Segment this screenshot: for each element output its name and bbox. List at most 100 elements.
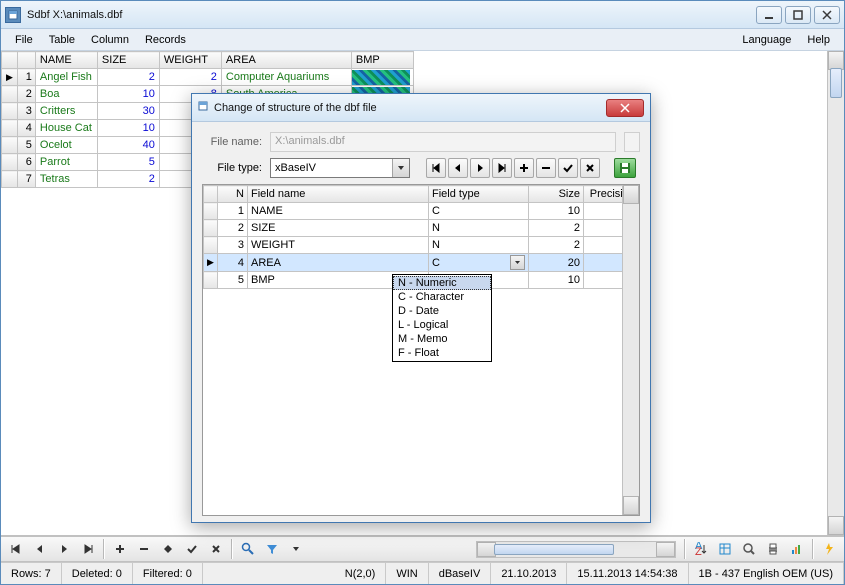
struct-row[interactable]: 1NAMECC100: [204, 203, 639, 220]
dlg-last-icon[interactable]: [492, 158, 512, 178]
dlg-prev-icon[interactable]: [448, 158, 468, 178]
zoom-icon[interactable]: [738, 539, 760, 559]
col-name[interactable]: NAME: [35, 52, 97, 69]
cell-bmp[interactable]: [351, 69, 413, 86]
scol-fieldname[interactable]: Field name: [248, 186, 429, 203]
struct-n: 3: [218, 237, 248, 254]
dlg-first-icon[interactable]: [426, 158, 446, 178]
main-hscroll[interactable]: [476, 541, 676, 558]
field-type-dropdown[interactable]: N - Numeric C - Character D - Date L - L…: [392, 274, 492, 362]
filetype-combo[interactable]: xBaseIV: [270, 158, 410, 178]
cell-name[interactable]: Boa: [35, 86, 97, 103]
struct-vscroll[interactable]: [622, 185, 639, 515]
struct-size[interactable]: 10: [529, 272, 584, 289]
cell-size[interactable]: 40: [97, 137, 159, 154]
nav-prev-icon[interactable]: [29, 539, 51, 559]
structure-icon[interactable]: [714, 539, 736, 559]
dropdown-option[interactable]: N - Numeric: [393, 276, 491, 290]
cell-size[interactable]: 2: [97, 69, 159, 86]
vscroll-thumb[interactable]: [830, 68, 842, 98]
dropdown-option[interactable]: L - Logical: [393, 318, 491, 332]
menu-help[interactable]: Help: [799, 31, 838, 49]
nav-add-icon[interactable]: [109, 539, 131, 559]
cell-size[interactable]: 2: [97, 171, 159, 188]
nav-remove-icon[interactable]: [133, 539, 155, 559]
struct-row[interactable]: 3WEIGHTNN20: [204, 237, 639, 254]
scol-fieldtype[interactable]: Field type: [429, 186, 529, 203]
filter-icon[interactable]: [261, 539, 283, 559]
struct-fieldtype[interactable]: NN: [429, 220, 529, 237]
nav-next-icon[interactable]: [53, 539, 75, 559]
nav-first-icon[interactable]: [5, 539, 27, 559]
main-vscroll[interactable]: [827, 51, 844, 535]
cell-name[interactable]: Tetras: [35, 171, 97, 188]
minimize-button[interactable]: [756, 6, 782, 24]
dlg-cancel-icon[interactable]: [580, 158, 600, 178]
cell-size[interactable]: 30: [97, 103, 159, 120]
scol-n[interactable]: N: [218, 186, 248, 203]
nav-commit-icon[interactable]: [181, 539, 203, 559]
struct-fieldname[interactable]: AREA: [248, 254, 429, 272]
struct-fieldtype[interactable]: CC: [429, 203, 529, 220]
dropdown-option[interactable]: M - Memo: [393, 332, 491, 346]
cell-size[interactable]: 10: [97, 120, 159, 137]
struct-size[interactable]: 2: [529, 237, 584, 254]
chevron-down-icon[interactable]: [510, 255, 525, 270]
struct-fieldname[interactable]: SIZE: [248, 220, 429, 237]
col-size[interactable]: SIZE: [97, 52, 159, 69]
struct-fieldtype[interactable]: CC: [429, 254, 529, 272]
struct-row[interactable]: 2SIZENN20: [204, 220, 639, 237]
col-weight[interactable]: WEIGHT: [159, 52, 221, 69]
sort-asc-icon[interactable]: AZ: [690, 539, 712, 559]
dlg-add-icon[interactable]: [514, 158, 534, 178]
filter-dropdown-icon[interactable]: [285, 539, 307, 559]
scol-size[interactable]: Size: [529, 186, 584, 203]
row-marker: [2, 120, 18, 137]
dlg-commit-icon[interactable]: [558, 158, 578, 178]
close-button[interactable]: [814, 6, 840, 24]
dialog-close-button[interactable]: [606, 99, 644, 117]
dropdown-option[interactable]: C - Character: [393, 290, 491, 304]
nav-cancel-icon[interactable]: [205, 539, 227, 559]
struct-fieldname[interactable]: NAME: [248, 203, 429, 220]
dropdown-option[interactable]: F - Float: [393, 346, 491, 360]
cell-name[interactable]: Angel Fish: [35, 69, 97, 86]
table-row[interactable]: ▶1Angel Fish22Computer Aquariums: [2, 69, 414, 86]
dlg-next-icon[interactable]: [470, 158, 490, 178]
struct-size[interactable]: 10: [529, 203, 584, 220]
chart-icon[interactable]: [786, 539, 808, 559]
col-bmp[interactable]: BMP: [351, 52, 413, 69]
col-area[interactable]: AREA: [221, 52, 351, 69]
cell-size[interactable]: 10: [97, 86, 159, 103]
search-icon[interactable]: [237, 539, 259, 559]
cell-area[interactable]: Computer Aquariums: [221, 69, 351, 86]
struct-n: 5: [218, 272, 248, 289]
cell-name[interactable]: House Cat: [35, 120, 97, 137]
nav-edit-icon[interactable]: [157, 539, 179, 559]
dlg-save-button[interactable]: [614, 158, 636, 178]
menu-file[interactable]: File: [7, 31, 41, 49]
menu-records[interactable]: Records: [137, 31, 194, 49]
cell-size[interactable]: 5: [97, 154, 159, 171]
menu-column[interactable]: Column: [83, 31, 137, 49]
struct-size[interactable]: 2: [529, 220, 584, 237]
menu-language[interactable]: Language: [734, 31, 799, 49]
flash-icon[interactable]: [818, 539, 840, 559]
cell-name[interactable]: Critters: [35, 103, 97, 120]
struct-size[interactable]: 20: [529, 254, 584, 272]
struct-grid[interactable]: N Field name Field type Size Precision 1…: [202, 184, 640, 516]
nav-last-icon[interactable]: [77, 539, 99, 559]
chevron-down-icon[interactable]: [392, 159, 409, 177]
dlg-remove-icon[interactable]: [536, 158, 556, 178]
cell-name[interactable]: Ocelot: [35, 137, 97, 154]
maximize-button[interactable]: [785, 6, 811, 24]
struct-row[interactable]: ▶4AREACC200: [204, 254, 639, 272]
print-icon[interactable]: [762, 539, 784, 559]
menu-table[interactable]: Table: [41, 31, 83, 49]
hscroll-thumb[interactable]: [494, 544, 614, 555]
struct-fieldtype[interactable]: NN: [429, 237, 529, 254]
struct-fieldname[interactable]: WEIGHT: [248, 237, 429, 254]
dropdown-option[interactable]: D - Date: [393, 304, 491, 318]
cell-weight[interactable]: 2: [159, 69, 221, 86]
cell-name[interactable]: Parrot: [35, 154, 97, 171]
